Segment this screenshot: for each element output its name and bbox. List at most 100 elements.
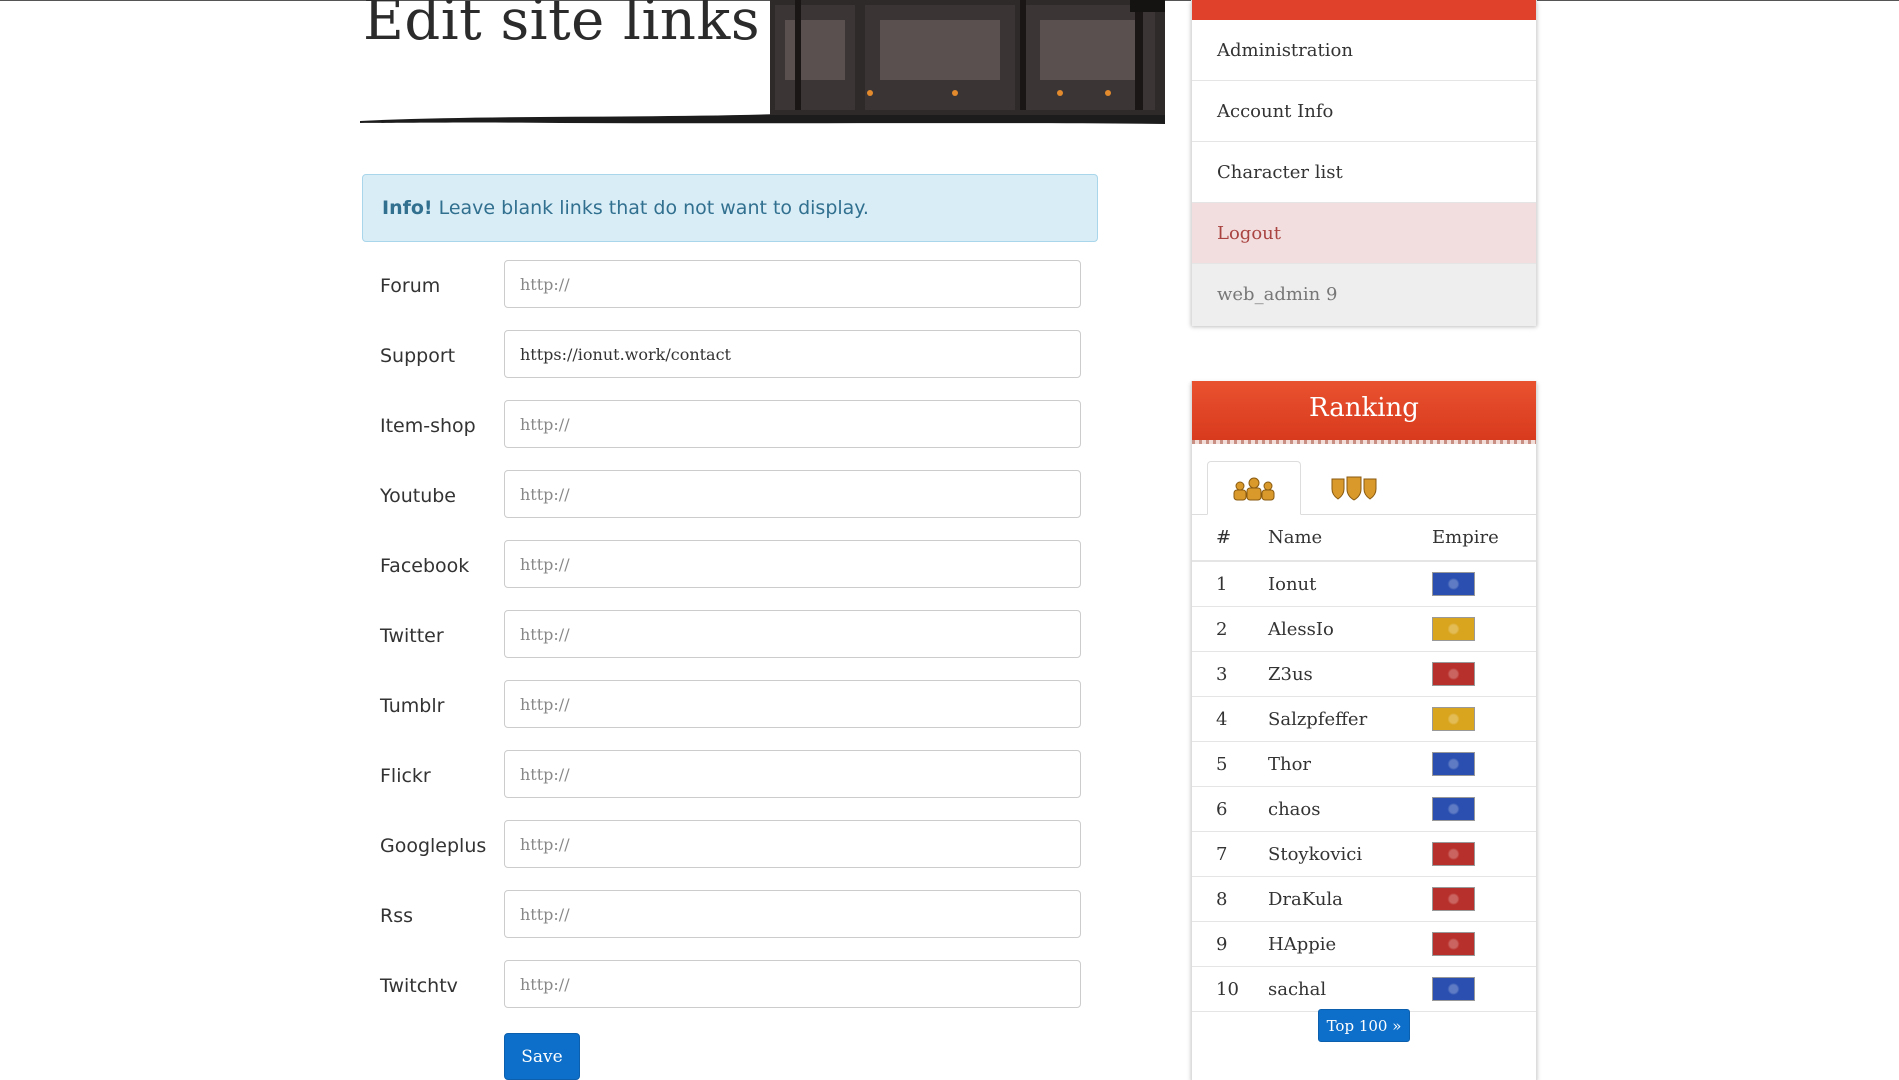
rank-number: 8 — [1192, 876, 1267, 922]
form-row-support: Support — [380, 330, 1081, 378]
save-button[interactable]: Save — [504, 1033, 580, 1080]
youtube-label: Youtube — [380, 485, 456, 507]
user-panel-header — [1192, 0, 1536, 20]
form-row-twitchtv: Twitchtv — [380, 960, 1081, 1008]
form-row-twitter: Twitter — [380, 610, 1081, 658]
rank-number: 5 — [1192, 741, 1267, 787]
table-row: 7 Stoykovici — [1192, 831, 1536, 877]
twitter-input[interactable] — [504, 610, 1081, 658]
col-empire: Empire — [1431, 514, 1536, 562]
support-input[interactable] — [504, 330, 1081, 378]
info-alert-text: Leave blank links that do not want to di… — [438, 197, 869, 219]
empire-cell — [1431, 696, 1536, 742]
forum-input[interactable] — [504, 260, 1081, 308]
empire-cell — [1431, 741, 1536, 787]
twitter-label: Twitter — [380, 625, 444, 647]
player-name[interactable]: HAppie — [1267, 921, 1431, 967]
player-name[interactable]: Thor — [1267, 741, 1431, 787]
empire-cell — [1431, 831, 1536, 877]
empire-cell — [1431, 561, 1536, 607]
empire-flag-icon — [1432, 977, 1475, 1001]
player-name[interactable]: DraKula — [1267, 876, 1431, 922]
item-shop-input[interactable] — [504, 400, 1081, 448]
top-100-button[interactable]: Top 100 » — [1318, 1009, 1410, 1042]
youtube-input[interactable] — [504, 470, 1081, 518]
rank-number: 6 — [1192, 786, 1267, 832]
empire-flag-icon — [1432, 842, 1475, 866]
tumblr-input[interactable] — [504, 680, 1081, 728]
rss-label: Rss — [380, 905, 413, 927]
page-title: Edit site links — [363, 0, 761, 53]
ranking-table-header: # Name Empire — [1192, 514, 1536, 562]
form-row-forum: Forum — [380, 260, 1081, 308]
player-name[interactable]: Z3us — [1267, 651, 1431, 697]
form-row-item-shop: Item-shop — [380, 400, 1081, 448]
rank-number: 2 — [1192, 606, 1267, 652]
table-row: 5 Thor — [1192, 741, 1536, 787]
rank-number: 1 — [1192, 561, 1267, 607]
ranking-tabs — [1192, 461, 1536, 515]
item-shop-label: Item-shop — [380, 415, 476, 437]
player-name[interactable]: Ionut — [1267, 561, 1431, 607]
empire-flag-icon — [1432, 932, 1475, 956]
support-label: Support — [380, 345, 456, 367]
form-row-rss: Rss — [380, 890, 1081, 938]
menu-item-character-list[interactable]: Character list — [1192, 142, 1536, 203]
empire-flag-icon — [1432, 572, 1475, 596]
ranking-table: # Name Empire 1 Ionut 2 AlessIo 3 Z3us 4 Salzpf… — [1192, 514, 1536, 1012]
twitchtv-label: Twitchtv — [380, 975, 458, 997]
menu-item-logout[interactable]: Logout — [1192, 203, 1536, 264]
empire-flag-icon — [1432, 752, 1475, 776]
rank-number: 7 — [1192, 831, 1267, 877]
menu-item-account-info[interactable]: Account Info — [1192, 81, 1536, 142]
menu-item-administration[interactable]: Administration — [1192, 20, 1536, 81]
rank-number: 9 — [1192, 921, 1267, 967]
tab-guilds[interactable] — [1307, 461, 1401, 514]
empire-cell — [1431, 606, 1536, 652]
rank-number: 4 — [1192, 696, 1267, 742]
player-name[interactable]: chaos — [1267, 786, 1431, 832]
forum-label: Forum — [380, 275, 441, 297]
info-alert: Info! Leave blank links that do not want… — [362, 174, 1098, 242]
player-name[interactable]: Salzpfeffer — [1267, 696, 1431, 742]
info-alert-strong: Info! — [382, 197, 433, 219]
username-label: web_admin 9 — [1192, 264, 1536, 326]
table-row: 4 Salzpfeffer — [1192, 696, 1536, 742]
table-row: 9 HAppie — [1192, 921, 1536, 967]
form-row-tumblr: Tumblr — [380, 680, 1081, 728]
player-name[interactable]: sachal — [1267, 966, 1431, 1012]
googleplus-label: Googleplus — [380, 835, 487, 857]
twitchtv-input[interactable] — [504, 960, 1081, 1008]
player-name[interactable]: Stoykovici — [1267, 831, 1431, 877]
empire-flag-icon — [1432, 797, 1475, 821]
empire-cell — [1431, 921, 1536, 967]
form-row-flickr: Flickr — [380, 750, 1081, 798]
player-name[interactable]: AlessIo — [1267, 606, 1431, 652]
table-row: 2 AlessIo — [1192, 606, 1536, 652]
empire-flag-icon — [1432, 617, 1475, 641]
empire-cell — [1431, 651, 1536, 697]
empire-cell — [1431, 876, 1536, 922]
empire-cell — [1431, 786, 1536, 832]
facebook-input[interactable] — [504, 540, 1081, 588]
guilds-shield-icon — [1331, 476, 1377, 501]
flickr-label: Flickr — [380, 765, 431, 787]
empire-flag-icon — [1432, 707, 1475, 731]
form-row-googleplus: Googleplus — [380, 820, 1081, 868]
col-name: Name — [1267, 514, 1431, 562]
table-row: 10 sachal — [1192, 966, 1536, 1012]
googleplus-input[interactable] — [504, 820, 1081, 868]
table-row: 6 chaos — [1192, 786, 1536, 832]
flickr-input[interactable] — [504, 750, 1081, 798]
empire-flag-icon — [1432, 887, 1475, 911]
tumblr-label: Tumblr — [380, 695, 445, 717]
col-rank: # — [1192, 514, 1267, 562]
empire-flag-icon — [1432, 662, 1475, 686]
form-row-youtube: Youtube — [380, 470, 1081, 518]
facebook-label: Facebook — [380, 555, 470, 577]
table-row: 1 Ionut — [1192, 561, 1536, 607]
empire-cell — [1431, 966, 1536, 1012]
tab-players[interactable] — [1207, 461, 1301, 515]
user-menu-panel: Administration Account Info Character li… — [1191, 0, 1537, 326]
rss-input[interactable] — [504, 890, 1081, 938]
